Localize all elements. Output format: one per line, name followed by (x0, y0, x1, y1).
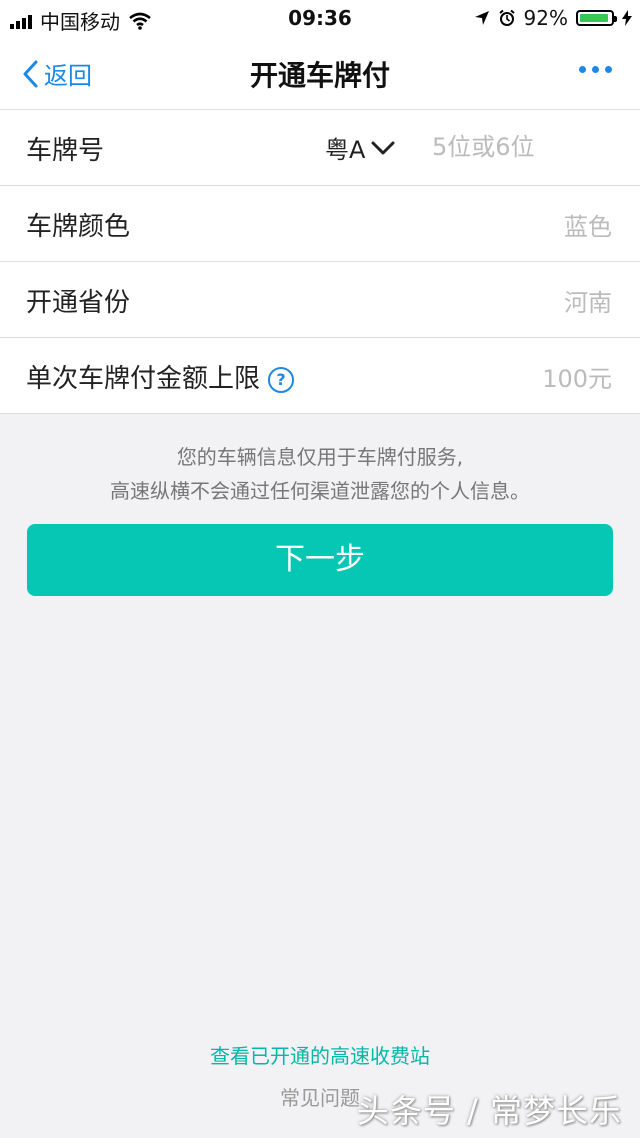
plate-number-input[interactable] (430, 126, 624, 168)
more-dot-icon (592, 66, 599, 73)
battery-percent: 92% (523, 6, 568, 30)
notice-line-2: 高速纵横不会通过任何渠道泄露您的个人信息。 (110, 479, 530, 503)
more-dot-icon (605, 66, 612, 73)
privacy-notice: 您的车辆信息仅用于车牌付服务, 高速纵横不会通过任何渠道泄露您的个人信息。 (0, 440, 640, 508)
view-stations-link[interactable]: 查看已开通的高速收费站 (0, 1040, 640, 1069)
page-title: 开通车牌付 (249, 59, 390, 92)
status-bar: 中国移动 09:36 92% (0, 0, 640, 36)
notice-line-1: 您的车辆信息仅用于车牌付服务, (176, 445, 464, 469)
limit-value: 100元 (542, 365, 612, 393)
plate-prefix-select[interactable]: 粤A (325, 130, 395, 165)
province-row[interactable]: 开通省份 河南 (0, 262, 640, 338)
battery-icon (576, 10, 617, 26)
next-button[interactable]: 下一步 (27, 524, 613, 596)
limit-label: 单次车牌付金额上限 (26, 364, 261, 394)
plate-color-label: 车牌颜色 (26, 212, 131, 242)
location-arrow-icon (474, 11, 489, 25)
help-icon[interactable]: ? (268, 366, 295, 393)
limit-row[interactable]: 单次车牌付金额上限? 100元 (0, 338, 640, 414)
plate-form: 车牌号 粤A 车牌颜色 蓝色 开通省份 河南 单次车牌付金额上限? 100元 (0, 110, 640, 414)
watermark: 头条号 / 常梦长乐 (356, 1092, 622, 1130)
more-dot-icon (579, 66, 586, 73)
plate-prefix-value: 粤A (325, 136, 366, 164)
status-right: 92% (474, 6, 632, 30)
nav-bar: 返回 开通车牌付 (0, 36, 640, 110)
limit-label-group: 单次车牌付金额上限? (26, 358, 295, 395)
plate-number-label: 车牌号 (26, 136, 105, 166)
plate-number-row: 车牌号 粤A (0, 110, 640, 186)
province-value: 河南 (564, 289, 612, 317)
chevron-down-icon (371, 141, 395, 154)
more-menu-button[interactable] (579, 66, 612, 73)
plate-color-value: 蓝色 (564, 213, 612, 241)
plate-color-row[interactable]: 车牌颜色 蓝色 (0, 186, 640, 262)
alarm-icon (498, 9, 515, 26)
province-label: 开通省份 (26, 288, 131, 318)
charging-bolt-icon (622, 10, 632, 26)
